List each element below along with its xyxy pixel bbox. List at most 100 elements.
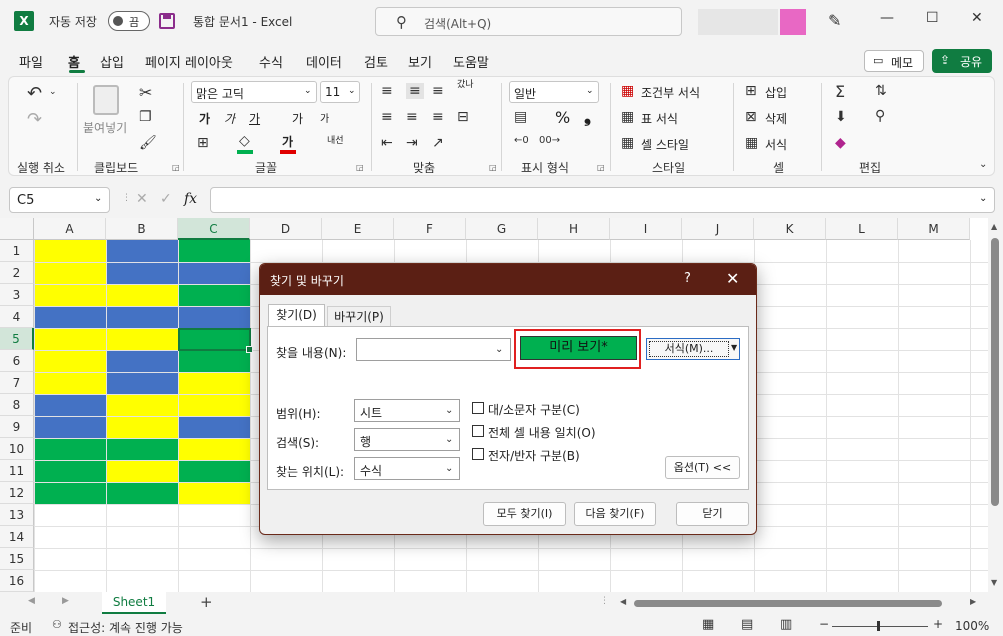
row-header-10[interactable]: 10 [0, 438, 34, 460]
clear-icon[interactable]: ◆ [835, 135, 846, 151]
decrease-indent-icon[interactable]: ⇤ [381, 135, 393, 151]
number-launcher-icon[interactable]: ◲ [597, 163, 605, 172]
cell-styles-button[interactable]: 셀 스타일 [641, 136, 689, 153]
column-header-d[interactable]: D [250, 218, 322, 240]
font-launcher-icon[interactable]: ◲ [356, 163, 364, 172]
delete-cells-button[interactable]: 삭제 [765, 110, 787, 127]
align-top-icon[interactable]: ≡ [381, 83, 393, 99]
tab-view[interactable]: 보기 [408, 52, 432, 71]
page-layout-view-icon[interactable]: ▤ [741, 617, 753, 632]
autosave-toggle[interactable]: 끔 [108, 11, 150, 31]
column-header-j[interactable]: J [682, 218, 754, 240]
maximize-button[interactable]: ☐ [926, 10, 939, 26]
format-painter-icon[interactable]: 🖌 [139, 135, 157, 151]
column-header-c[interactable]: C [178, 218, 250, 240]
align-left-icon[interactable]: ≡ [381, 109, 393, 125]
page-break-view-icon[interactable]: ▥ [780, 617, 792, 632]
search-box[interactable]: ⚲ 검색(Alt+Q) [375, 7, 682, 36]
sheet-tab-sheet1[interactable]: Sheet1 [102, 592, 166, 614]
row-header-3[interactable]: 3 [0, 284, 34, 306]
row-header-13[interactable]: 13 [0, 504, 34, 526]
scroll-down-icon[interactable]: ▼ [991, 578, 997, 587]
row-header-1[interactable]: 1 [0, 240, 34, 262]
border-icon[interactable]: ⊞ [197, 135, 209, 151]
row-header-9[interactable]: 9 [0, 416, 34, 438]
close-window-button[interactable]: ✕ [971, 10, 983, 26]
horizontal-scroll-thumb[interactable] [634, 600, 942, 607]
format-dropdown-icon[interactable]: ▼ [731, 343, 737, 352]
align-right-icon[interactable]: ≡ [432, 109, 444, 125]
increase-font-button[interactable]: 가 [292, 110, 303, 127]
decrease-font-button[interactable]: 가 [320, 110, 329, 125]
align-middle-icon[interactable]: ≡ [406, 83, 424, 99]
fill-color-icon[interactable]: ◇ [239, 133, 250, 149]
scroll-up-icon[interactable]: ▲ [991, 222, 997, 231]
insert-cells-button[interactable]: 삽입 [765, 84, 787, 101]
add-sheet-button[interactable]: + [200, 593, 213, 611]
tab-page-layout[interactable]: 페이지 레이아웃 [145, 52, 233, 71]
zoom-out-icon[interactable]: − [819, 617, 829, 631]
zoom-slider[interactable] [832, 626, 928, 627]
look-in-select[interactable]: 수식 ⌄ [354, 457, 460, 480]
autosum-icon[interactable]: Σ [835, 82, 845, 101]
find-all-button[interactable]: 모두 찾기(I) [483, 502, 566, 526]
number-format-dropdown[interactable]: 일반 ⌄ [509, 81, 599, 103]
search-order-select[interactable]: 행 ⌄ [354, 428, 460, 451]
match-byte-checkbox[interactable] [472, 448, 484, 460]
vertical-scrollbar[interactable]: ▲ ▼ [988, 218, 1003, 592]
scroll-left-icon[interactable]: ◀ [620, 597, 626, 606]
accessibility-status[interactable]: 접근성: 계속 진행 가능 [68, 619, 183, 636]
conditional-format-button[interactable]: 조건부 서식 [641, 84, 700, 101]
active-cell-c5[interactable] [178, 328, 253, 353]
collapse-ribbon-icon[interactable]: ⌄ [979, 159, 987, 170]
cancel-icon[interactable]: ✕ [136, 191, 148, 207]
prev-sheet-icon[interactable]: ◀ [28, 596, 35, 606]
row-header-6[interactable]: 6 [0, 350, 34, 372]
within-select[interactable]: 시트 ⌄ [354, 399, 460, 422]
bold-button[interactable]: 가 [199, 110, 210, 127]
tab-data[interactable]: 데이터 [306, 52, 342, 71]
account-name[interactable] [698, 9, 778, 35]
wrap-text-button[interactable]: 갔나 [457, 81, 474, 90]
column-header-k[interactable]: K [754, 218, 826, 240]
formula-input[interactable]: ⌄ [210, 187, 995, 213]
phonetic-button[interactable]: 내선 [327, 133, 344, 146]
scroll-right-icon[interactable]: ▶ [970, 597, 976, 606]
copy-icon[interactable]: ❐ [139, 109, 152, 125]
find-select-icon[interactable]: ⚲ [875, 108, 885, 124]
zoom-level[interactable]: 100% [955, 619, 989, 633]
column-header-l[interactable]: L [826, 218, 898, 240]
column-header-a[interactable]: A [34, 218, 106, 240]
column-header-e[interactable]: E [322, 218, 394, 240]
row-header-16[interactable]: 16 [0, 570, 34, 592]
match-entire-cell-checkbox[interactable] [472, 425, 484, 437]
increase-decimal-icon[interactable]: ←0 [514, 135, 529, 146]
column-header-f[interactable]: F [394, 218, 466, 240]
align-bottom-icon[interactable]: ≡ [432, 83, 444, 99]
name-box[interactable]: C5 ⌄ [9, 187, 110, 213]
column-header-g[interactable]: G [466, 218, 538, 240]
fill-icon[interactable]: ⬇ [835, 109, 847, 125]
dialog-titlebar[interactable]: 찾기 및 바꾸기 ? ✕ [260, 264, 756, 295]
find-next-button[interactable]: 다음 찾기(F) [574, 502, 656, 526]
find-what-input[interactable]: ⌄ [356, 338, 511, 361]
row-header-12[interactable]: 12 [0, 482, 34, 504]
copilot-wand-icon[interactable]: ✎ [828, 11, 841, 30]
row-header-5[interactable]: 5 [0, 328, 34, 350]
tab-help[interactable]: 도움말 [453, 52, 489, 71]
format-cells-button[interactable]: 서식 [765, 136, 787, 153]
paste-button-label[interactable]: 붙여넣기 [83, 119, 127, 136]
next-sheet-icon[interactable]: ▶ [62, 596, 69, 606]
italic-button[interactable]: 가 [224, 110, 235, 127]
row-header-7[interactable]: 7 [0, 372, 34, 394]
clipboard-launcher-icon[interactable]: ◲ [172, 163, 180, 172]
row-header-14[interactable]: 14 [0, 526, 34, 548]
column-header-m[interactable]: M [898, 218, 970, 240]
avatar[interactable] [780, 9, 806, 35]
column-header-i[interactable]: I [610, 218, 682, 240]
dialog-help-button[interactable]: ? [684, 271, 691, 286]
accounting-format-icon[interactable]: ▤ [514, 109, 527, 125]
select-all-corner[interactable] [0, 218, 34, 240]
percent-button[interactable]: % [555, 108, 570, 127]
column-header-b[interactable]: B [106, 218, 178, 240]
